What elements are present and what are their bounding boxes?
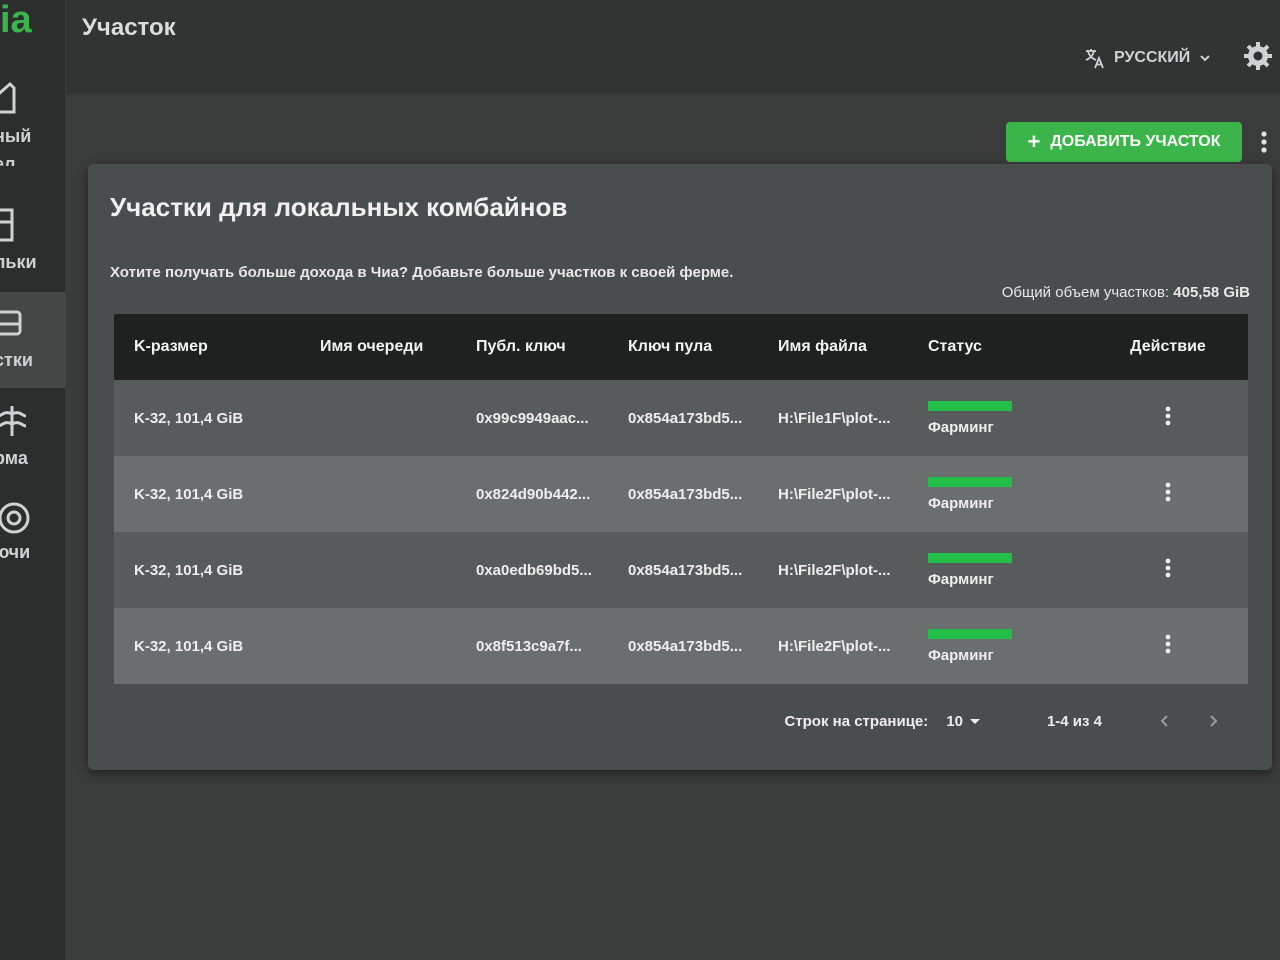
cell-public-key: 0x8f513c9a7f...: [476, 637, 582, 655]
wallet-icon: [0, 208, 14, 242]
add-plot-label: ДОБАВИТЬ УЧАСТОК: [1050, 133, 1221, 150]
cell-filename: H:\File2F\plot-...: [778, 561, 891, 579]
main-content: + ДОБАВИТЬ УЧАСТОК Участки для локальных…: [66, 94, 1280, 960]
cell-pool-key: 0x854a173bd5...: [628, 409, 743, 427]
cell-filename: H:\File1F\plot-...: [778, 409, 891, 427]
total-label: Общий объем участков:: [1001, 284, 1170, 301]
settings-gear-icon[interactable]: [1242, 40, 1274, 72]
cell-action: [1088, 632, 1248, 660]
home-icon: [0, 81, 16, 114]
column-header-k-size[interactable]: K-размер: [114, 338, 320, 356]
cell-public-key: 0x99c9949aac...: [476, 409, 589, 427]
column-header-queue[interactable]: Имя очереди: [320, 338, 476, 356]
total-plot-size: Общий объем участков: 405,58 GiB: [1002, 284, 1250, 301]
add-plot-button[interactable]: + ДОБАВИТЬ УЧАСТОК: [1006, 122, 1242, 162]
column-header-pool-key[interactable]: Ключ пула: [628, 338, 778, 356]
prev-page-button[interactable]: [1150, 706, 1180, 736]
cell-action: [1088, 556, 1248, 584]
status-indicator-bar: [928, 476, 1012, 487]
rows-per-page-value: 10: [946, 712, 963, 730]
table-row: K-32, 101,4 GiB 0x8f513c9a7f... 0x854a17…: [114, 608, 1248, 684]
chevron-right-icon: [1210, 715, 1218, 727]
chevron-down-icon: [1200, 55, 1211, 62]
more-vert-icon[interactable]: [1160, 556, 1176, 580]
app-logo: ia: [0, 0, 32, 41]
status-text: Фарминг: [928, 494, 994, 512]
next-page-button[interactable]: [1198, 706, 1228, 736]
total-value: 405,58 GiB: [1173, 284, 1250, 301]
sidebar-item-label: стки: [0, 350, 33, 370]
more-vert-icon[interactable]: [1160, 404, 1176, 428]
translate-icon: [1085, 49, 1104, 69]
cell-pool-key: 0x854a173bd5...: [628, 637, 743, 655]
cell-k-size: K-32, 101,4 GiB: [134, 485, 244, 503]
cell-public-key: 0xa0edb69bd5...: [476, 561, 592, 579]
plots-card: Участки для локальных комбайнов Хотите п…: [88, 164, 1272, 770]
more-vert-icon[interactable]: [1254, 124, 1274, 160]
more-vert-icon[interactable]: [1160, 480, 1176, 504]
status-text: Фарминг: [928, 570, 994, 588]
table-row: K-32, 101,4 GiB 0x824d90b442... 0x854a17…: [114, 456, 1248, 532]
language-selector[interactable]: РУССКИЙ: [1084, 44, 1212, 72]
status-text: Фарминг: [928, 646, 994, 664]
cell-filename: H:\File2F\plot-...: [778, 637, 891, 655]
status-indicator-bar: [928, 400, 1012, 411]
table-row: K-32, 101,4 GiB 0x99c9949aac... 0x854a17…: [114, 380, 1248, 456]
cell-status: Фарминг: [928, 552, 1088, 588]
sidebar-item-label: ный ел: [0, 126, 32, 166]
top-bar: Участок РУССКИЙ: [66, 0, 1280, 94]
table-row: K-32, 101,4 GiB 0xa0edb69bd5... 0x854a17…: [114, 532, 1248, 608]
cell-filename: H:\File2F\plot-...: [778, 485, 891, 503]
plus-icon: +: [1027, 129, 1041, 154]
sidebar-item-label: рма: [0, 448, 28, 468]
plots-table: K-размер Имя очереди Публ. ключ Ключ пул…: [114, 314, 1248, 684]
status-text: Фарминг: [928, 418, 994, 436]
page-title: Участок: [82, 14, 176, 41]
column-header-filename[interactable]: Имя файла: [778, 338, 928, 356]
rows-per-page-label: Строк на странице:: [784, 712, 929, 730]
card-title: Участки для локальных комбайнов: [110, 192, 568, 222]
table-header: K-размер Имя очереди Публ. ключ Ключ пул…: [114, 314, 1248, 380]
sidebar-item-home[interactable]: ный ел: [0, 70, 66, 166]
card-description: Хотите получать больше дохода в Чиа? Доб…: [110, 264, 734, 281]
chevron-left-icon: [1160, 715, 1168, 727]
cell-public-key: 0x824d90b442...: [476, 485, 591, 503]
cell-status: Фарминг: [928, 400, 1088, 436]
sidebar: ia ный ел льки стки рма ючи: [0, 0, 66, 960]
plots-icon: [0, 310, 22, 336]
pagination: Строк на странице: 10 1-4 из 4: [114, 696, 1248, 746]
page-range: 1-4 из 4: [1046, 712, 1102, 730]
cell-k-size: K-32, 101,4 GiB: [134, 409, 244, 427]
sidebar-item-farm[interactable]: рма: [0, 392, 66, 488]
cell-status: Фарминг: [928, 628, 1088, 664]
language-label: РУССКИЙ: [1114, 49, 1191, 66]
status-indicator-bar: [928, 628, 1012, 639]
sidebar-item-label: льки: [0, 252, 37, 272]
cell-status: Фарминг: [928, 476, 1088, 512]
sidebar-item-wallet[interactable]: льки: [0, 196, 66, 292]
column-header-action: Действие: [1130, 338, 1206, 355]
column-header-status[interactable]: Статус: [928, 338, 1088, 356]
cell-k-size: K-32, 101,4 GiB: [134, 561, 244, 579]
farm-icon: [0, 406, 27, 436]
column-header-public-key[interactable]: Публ. ключ: [476, 338, 628, 356]
cell-pool-key: 0x854a173bd5...: [628, 561, 743, 579]
cell-k-size: K-32, 101,4 GiB: [134, 637, 244, 655]
cell-action: [1088, 480, 1248, 508]
status-indicator-bar: [928, 552, 1012, 563]
keys-icon: [0, 502, 30, 534]
sidebar-item-label: ючи: [0, 542, 31, 562]
sidebar-item-plots[interactable]: стки: [0, 292, 66, 388]
rows-per-page-select[interactable]: 10: [946, 713, 981, 730]
caret-down-icon: [969, 719, 980, 724]
cell-pool-key: 0x854a173bd5...: [628, 485, 743, 503]
sidebar-item-keys[interactable]: ючи: [0, 488, 66, 584]
more-vert-icon[interactable]: [1160, 632, 1176, 656]
cell-action: [1088, 404, 1248, 432]
